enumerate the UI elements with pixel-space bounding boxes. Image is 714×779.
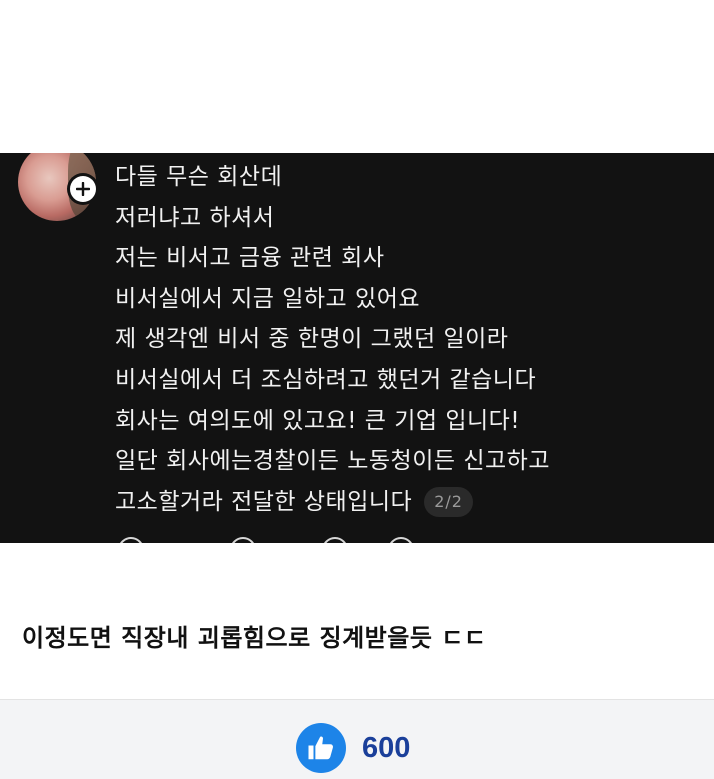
- comment-line: 비서실에서 더 조심하려고 했던거 같습니다: [115, 366, 537, 393]
- post-page: 다들 무슨 회산데 저러냐고 하셔서 저는 비서고 금융 관련 회사 비서실에서…: [0, 0, 714, 779]
- like-button[interactable]: [296, 723, 346, 773]
- reaction-icon: [118, 537, 144, 543]
- comment-screenshot: 다들 무슨 회산데 저러냐고 하셔서 저는 비서고 금융 관련 회사 비서실에서…: [0, 153, 714, 543]
- like-count: 600: [362, 731, 411, 764]
- comment-line-last: 고소할거라 전달한 상태입니다 2/2: [115, 482, 550, 523]
- cropped-action-icons: [0, 537, 714, 543]
- comment-line: 제 생각엔 비서 중 한명이 그랬던 일이라: [115, 326, 509, 353]
- plus-icon: [76, 182, 90, 196]
- reaction-icon: [388, 537, 414, 543]
- reaction-icon: [230, 537, 256, 543]
- thumbs-up-icon: [308, 736, 333, 760]
- comment-line: 회사는 여의도에 있고요! 큰 기업 입니다!: [115, 407, 521, 434]
- comment-line: 저는 비서고 금융 관련 회사: [115, 245, 385, 272]
- like-group: 600: [296, 723, 410, 773]
- comment-text: 다들 무슨 회산데 저러냐고 하셔서 저는 비서고 금융 관련 회사 비서실에서…: [115, 157, 550, 522]
- reaction-icon: [322, 537, 348, 543]
- reaction-bar: 600: [0, 700, 714, 779]
- post-caption: 이정도면 직장내 괴롭힘으로 징계받을듯 ㄷㄷ: [22, 624, 487, 652]
- comment-line: 저러냐고 하셔서: [115, 204, 275, 231]
- comment-line: 비서실에서 지금 일하고 있어요: [115, 285, 421, 312]
- comment-line: 다들 무슨 회산데: [115, 164, 283, 190]
- add-icon[interactable]: [67, 173, 99, 205]
- page-indicator-badge: 2/2: [424, 487, 473, 518]
- comment-line: 일단 회사에는경찰이든 노동청이든 신고하고: [115, 448, 550, 475]
- comment-line-text: 고소할거라 전달한 상태입니다: [115, 488, 413, 515]
- add-icon-circle: [70, 176, 96, 202]
